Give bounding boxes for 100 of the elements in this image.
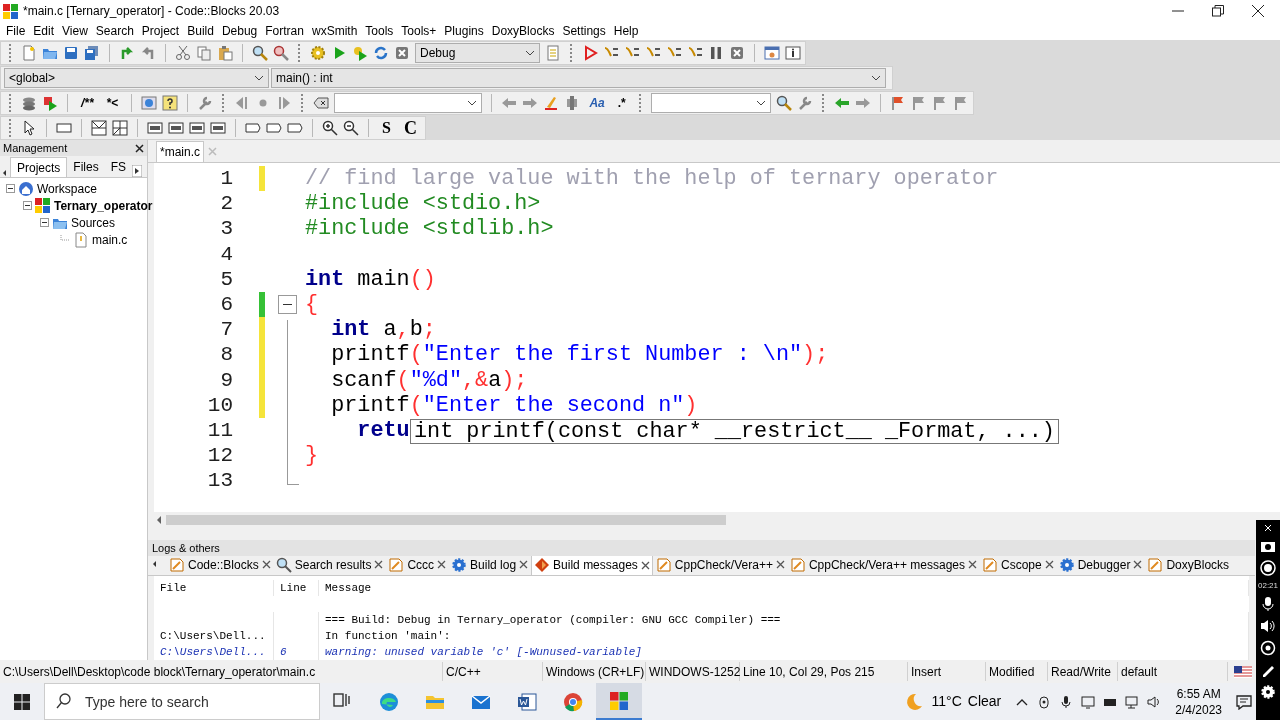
clock-date[interactable]: 2/4/2023 <box>1175 701 1222 718</box>
zoom-in-icon[interactable] <box>322 120 338 136</box>
taskbar-search-field[interactable]: Type here to search <box>44 683 320 720</box>
debug-run-icon[interactable] <box>582 45 598 61</box>
collapse-icon[interactable] <box>40 218 49 227</box>
abort-icon[interactable] <box>729 45 745 61</box>
microphone-icon[interactable] <box>1260 596 1276 612</box>
gear-play-icon[interactable] <box>352 45 368 61</box>
close-icon[interactable] <box>135 143 144 153</box>
scope-dropdown[interactable]: <global> <box>4 68 269 88</box>
webcam-icon[interactable] <box>1260 640 1276 656</box>
menu-item[interactable]: Edit <box>29 22 59 40</box>
close-icon[interactable] <box>1252 5 1264 17</box>
pointer-icon[interactable] <box>21 120 37 136</box>
frame-icon[interactable] <box>266 120 282 136</box>
settings-icon[interactable] <box>1260 684 1276 700</box>
panel-tab[interactable]: Projects <box>10 157 68 177</box>
refresh-icon[interactable] <box>373 45 389 61</box>
record-icon[interactable] <box>1260 560 1276 576</box>
disk-stack-icon[interactable] <box>21 95 37 111</box>
tab-close-icon[interactable] <box>1044 560 1054 569</box>
menu-item[interactable]: wxSmith <box>307 22 362 40</box>
bookmark-flag-icon[interactable] <box>910 95 927 111</box>
tab-close-icon[interactable] <box>968 560 977 569</box>
tab-close-icon[interactable] <box>519 560 529 569</box>
menu-item[interactable]: Tools+ <box>397 22 441 40</box>
menu-item[interactable]: Search <box>91 22 138 40</box>
redo-icon[interactable] <box>140 45 156 61</box>
chrome-icon[interactable] <box>563 691 583 712</box>
toolbar-glyph-button[interactable]: .* <box>613 97 630 109</box>
find-combo-field[interactable] <box>650 93 771 113</box>
panel-icon[interactable] <box>189 120 205 136</box>
highlighter-icon[interactable] <box>543 95 560 111</box>
bookmark-flag-icon[interactable] <box>931 95 948 111</box>
menu-item[interactable]: File <box>2 22 30 40</box>
scroll-right-icon[interactable] <box>132 165 143 177</box>
copy-icon[interactable] <box>196 45 212 61</box>
restore-icon[interactable] <box>1212 5 1224 17</box>
log-tab[interactable]: Search results <box>273 556 386 575</box>
collapse-icon[interactable] <box>23 201 32 210</box>
log-tab[interactable]: Code::Blocks <box>167 556 273 575</box>
menu-item[interactable]: Tools <box>361 22 398 40</box>
tab-close-icon[interactable] <box>261 560 271 569</box>
menu-item[interactable]: DoxyBlocks <box>487 22 559 40</box>
save-all-icon[interactable] <box>84 45 100 61</box>
split-box-icon[interactable] <box>91 120 107 136</box>
zoom-out-icon[interactable] <box>343 120 359 136</box>
collapse-icon[interactable] <box>6 184 15 193</box>
menu-item[interactable]: Help <box>609 22 643 40</box>
menu-item[interactable]: Plugins <box>440 22 488 40</box>
build-target-dropdown[interactable]: Debug <box>415 43 540 63</box>
menu-item[interactable]: Fortran <box>261 22 308 40</box>
speaker-icon[interactable] <box>1260 618 1276 634</box>
menu-item[interactable]: Build <box>183 22 218 40</box>
rectangle-icon[interactable] <box>56 120 72 136</box>
scissors-icon[interactable] <box>175 45 191 61</box>
tab-close-icon[interactable] <box>640 560 650 570</box>
toolbar-glyph-button[interactable]: *< <box>102 97 123 109</box>
toolbar-glyph-button[interactable]: C <box>399 119 421 137</box>
search-icon[interactable] <box>775 95 792 111</box>
toolbar-glyph-button[interactable]: /** <box>77 97 98 109</box>
log-tab[interactable]: Build log <box>449 556 531 575</box>
fold-toggle-icon[interactable] <box>278 295 297 315</box>
function-dropdown[interactable]: main() : int <box>271 68 886 88</box>
back-arrow-icon[interactable] <box>833 95 850 111</box>
tab-close-icon[interactable] <box>374 560 384 569</box>
wrench-icon[interactable] <box>197 95 214 111</box>
windows-start-icon[interactable] <box>14 693 30 710</box>
app-logo-icon[interactable] <box>609 690 629 711</box>
menu-item[interactable]: Project <box>137 22 184 40</box>
speaker-icon[interactable] <box>1147 694 1162 709</box>
tab-close-icon[interactable] <box>437 560 447 569</box>
gear-icon[interactable] <box>310 45 326 61</box>
replace-icon[interactable] <box>273 45 289 61</box>
flag-icon[interactable] <box>889 95 906 111</box>
notification-icon[interactable] <box>1236 693 1252 710</box>
toolbar-glyph-button[interactable]: Aa <box>585 97 609 109</box>
log-tab[interactable]: Build messages <box>531 556 653 575</box>
camera-icon[interactable] <box>1037 694 1052 709</box>
toolbar-glyph-button[interactable]: S <box>378 120 395 136</box>
browser-icon[interactable] <box>379 691 399 712</box>
help-icon[interactable] <box>162 95 179 111</box>
tab-close-icon[interactable] <box>1133 560 1143 569</box>
log-tab[interactable]: Cscope <box>980 556 1056 575</box>
grid-box-icon[interactable] <box>112 120 128 136</box>
save-icon[interactable] <box>63 45 79 61</box>
menu-item[interactable]: Debug <box>217 22 262 40</box>
info-icon[interactable] <box>785 45 801 61</box>
paste-icon[interactable] <box>217 45 233 61</box>
tree-item[interactable]: Ternary_operator <box>54 196 153 215</box>
microphone-icon[interactable] <box>1059 694 1074 709</box>
clock-time[interactable]: 6:55 AM <box>1176 685 1221 702</box>
editor-tab[interactable]: *main.c <box>156 141 204 162</box>
tree-item[interactable]: Sources <box>71 213 116 232</box>
pause-icon[interactable] <box>708 45 724 61</box>
bookmark-flag-icon[interactable] <box>952 95 969 111</box>
undo-icon[interactable] <box>119 45 135 61</box>
clear-icon[interactable] <box>313 95 330 111</box>
tree-item[interactable]: main.c <box>92 230 128 249</box>
frame-icon[interactable] <box>287 120 303 136</box>
